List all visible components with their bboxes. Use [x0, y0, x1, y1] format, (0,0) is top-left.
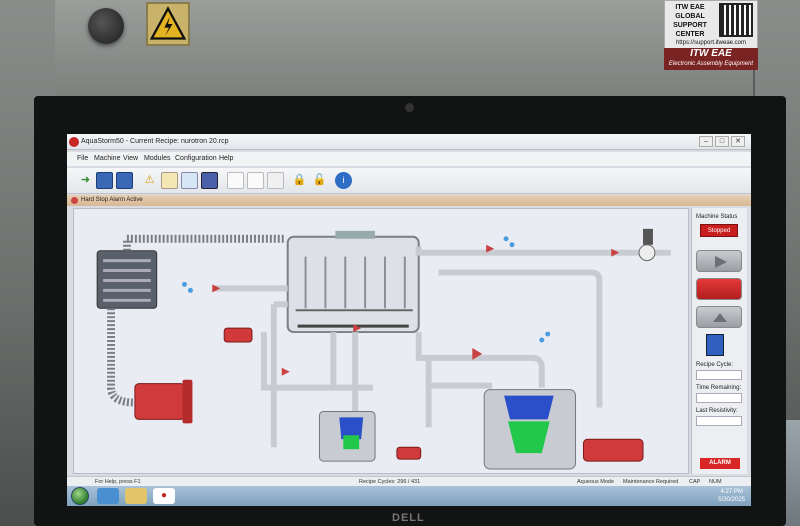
- menu-bar: File Machine View Modules Configuration …: [67, 152, 751, 166]
- blower-motor: [134, 383, 185, 420]
- webcam-icon: [405, 103, 414, 112]
- last-resistivity-label: Last Resistivity:: [696, 408, 738, 414]
- list-icon[interactable]: [201, 172, 218, 189]
- blower-flange: [182, 379, 193, 424]
- pump: [223, 327, 253, 343]
- clock-date: 5/30/2025: [718, 497, 745, 503]
- cabinet-lock-knob: [88, 8, 124, 44]
- chamber-vent: [335, 230, 376, 239]
- alarm-banner[interactable]: Hard Stop Alarm Active: [67, 195, 751, 206]
- monitor-screen: AquaStorm50 - Current Recipe: nurotron 2…: [67, 134, 751, 506]
- menu-machine[interactable]: Machine: [94, 155, 120, 162]
- itw-brand-plate: ITW EAE Electronic Assembly Equipment: [664, 48, 758, 70]
- minimize-button[interactable]: –: [699, 136, 713, 147]
- alarm-indicator-icon: [71, 197, 78, 204]
- itw-label-line: SUPPORT: [673, 22, 707, 29]
- electrical-hazard-warning-icon: [146, 2, 190, 46]
- valve: [281, 367, 290, 376]
- last-resistivity-value: [696, 416, 742, 426]
- menu-help[interactable]: Help: [219, 155, 233, 162]
- system-clock[interactable]: 4:27 PM 5/30/2025: [718, 488, 745, 504]
- chart-icon[interactable]: [247, 172, 264, 189]
- itw-label-line: GLOBAL: [675, 13, 705, 20]
- grid-icon[interactable]: [267, 172, 284, 189]
- window-titlebar: AquaStorm50 - Current Recipe: nurotron 2…: [67, 134, 751, 150]
- itw-label-line: ITW EAE: [675, 4, 705, 11]
- app-logo-icon: [69, 137, 79, 147]
- stop-button[interactable]: [696, 278, 742, 300]
- small-tank-water: [343, 435, 360, 450]
- itw-brand-name: ITW EAE: [690, 48, 732, 59]
- door-icon[interactable]: [706, 334, 724, 356]
- taskbar: ● 4:27 PM 5/30/2025: [67, 486, 751, 506]
- unlock-icon[interactable]: 🔓: [311, 172, 328, 189]
- pipe-network: [214, 246, 671, 448]
- pressure-regulator: [643, 228, 653, 245]
- itw-label-line: CENTER: [675, 31, 705, 38]
- itw-brand-subtitle: Electronic Assembly Equipment: [668, 61, 754, 67]
- menu-modules[interactable]: Modules: [144, 155, 170, 162]
- main-pump: [582, 438, 644, 462]
- recipe-cycle-value: [696, 370, 742, 380]
- menu-view[interactable]: View: [123, 155, 138, 162]
- itw-url: https://support.itweae.com: [675, 40, 747, 46]
- qr-code-icon: [719, 3, 753, 37]
- main-tank-level-marker: [504, 395, 554, 420]
- file-explorer-icon[interactable]: [125, 488, 147, 504]
- flex-hose-top: [122, 234, 284, 251]
- edit-recipe-icon[interactable]: [161, 172, 178, 189]
- window-title: AquaStorm50 - Current Recipe: nurotron 2…: [81, 138, 229, 145]
- menu-configuration[interactable]: Configuration: [175, 155, 217, 162]
- clock-time: 4:27 PM: [720, 489, 743, 495]
- chart-icon[interactable]: [227, 172, 244, 189]
- maximize-button[interactable]: □: [715, 136, 729, 147]
- alarm-banner-text: Hard Stop Alarm Active: [81, 197, 143, 203]
- open-arrow-icon[interactable]: ➜: [77, 172, 94, 189]
- info-icon[interactable]: i: [335, 172, 352, 189]
- machine-status-label: Machine Status: [696, 214, 738, 220]
- time-remaining-value: [696, 393, 742, 403]
- notes-icon[interactable]: [181, 172, 198, 189]
- alarm-button[interactable]: ALARM: [700, 458, 740, 469]
- machine-status-value: Stopped: [700, 224, 738, 237]
- flex-hose-bottom: [107, 308, 135, 407]
- start-button[interactable]: [71, 487, 89, 505]
- eject-button[interactable]: [696, 306, 742, 328]
- aquastorm-taskbar-icon[interactable]: ●: [153, 488, 175, 504]
- pressure-gauge-icon: [638, 244, 656, 262]
- toolbar: ➜ ⚠ 🔒 🔓 i: [67, 168, 751, 194]
- close-button[interactable]: ✕: [731, 136, 745, 147]
- monitor-brand-logo: DELL: [392, 512, 425, 524]
- recipe-cycle-label: Recipe Cycle:: [696, 362, 734, 368]
- internet-explorer-icon[interactable]: [97, 488, 119, 504]
- machine-process-diagram: [73, 208, 689, 474]
- menu-file[interactable]: File: [77, 155, 88, 162]
- process-diagram-svg: [96, 228, 671, 470]
- lock-icon[interactable]: 🔒: [291, 172, 308, 189]
- time-remaining-label: Time Remaining:: [696, 385, 742, 391]
- alarm-warning-icon[interactable]: ⚠: [141, 172, 158, 189]
- pump: [396, 446, 422, 460]
- save-icon[interactable]: [96, 172, 113, 189]
- save-as-icon[interactable]: [116, 172, 133, 189]
- status-bar: For Help, press F1 Recipe Cycles: 296 / …: [67, 476, 751, 486]
- status-panel: Machine Status Stopped Recipe Cycle: Tim…: [691, 208, 747, 474]
- start-button[interactable]: [696, 250, 742, 272]
- wash-chamber: [286, 235, 420, 334]
